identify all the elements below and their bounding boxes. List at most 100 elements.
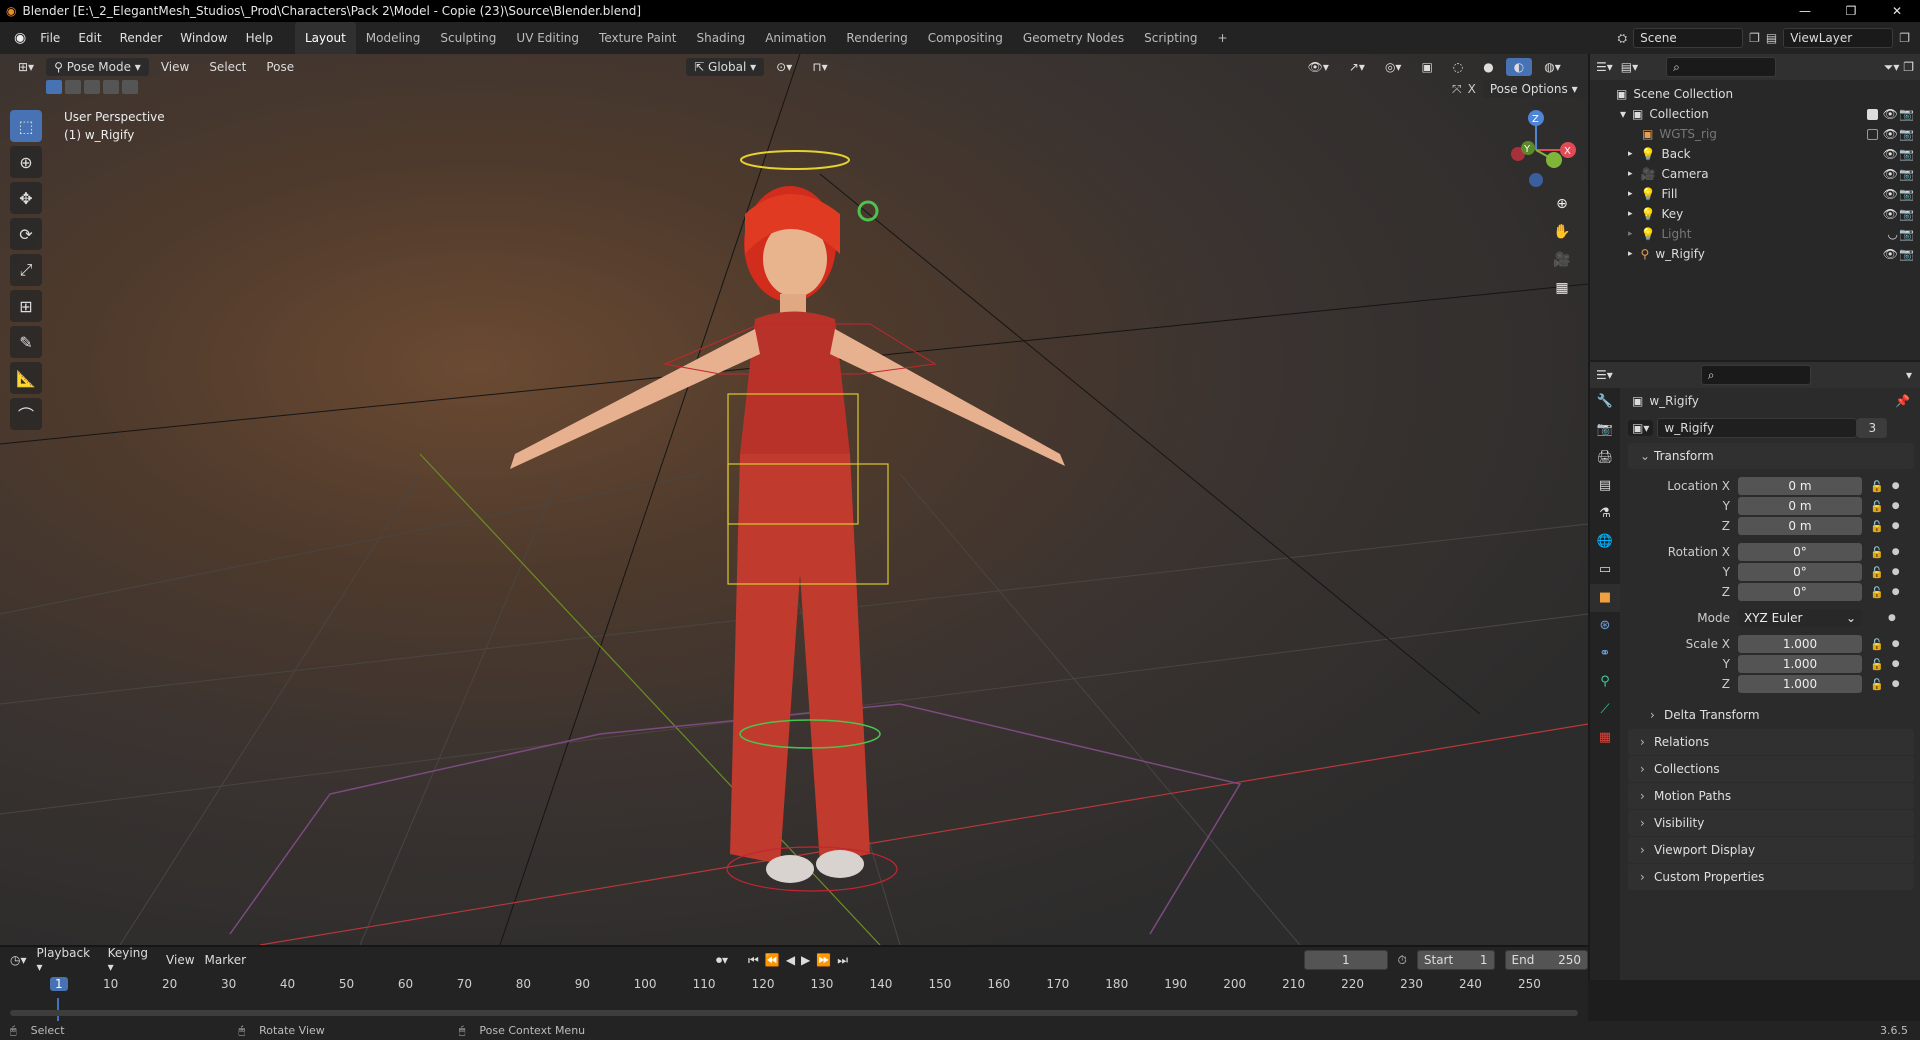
- shading-wire-icon[interactable]: ◌: [1445, 58, 1471, 76]
- data-browse-icon[interactable]: ▣▾: [1628, 420, 1654, 436]
- tab-texture-paint[interactable]: Texture Paint: [589, 22, 686, 54]
- lock-icon[interactable]: 🔓: [1870, 658, 1884, 671]
- expand-arrow-icon[interactable]: ▸: [1628, 249, 1633, 259]
- gizmo-toggle-icon[interactable]: ↗▾: [1341, 58, 1373, 76]
- preview-range-icon[interactable]: ⏱: [1398, 953, 1407, 968]
- rotate-tool-icon[interactable]: ⟳: [10, 218, 42, 250]
- delta-transform-header[interactable]: › Delta Transform: [1628, 702, 1914, 728]
- viewlayer-icon[interactable]: ▤: [1766, 31, 1777, 45]
- visibility-eye-icon[interactable]: 👁: [1883, 127, 1898, 141]
- keyframe-dot-icon[interactable]: ●: [1888, 613, 1896, 623]
- transform-tool-icon[interactable]: ⊞: [10, 290, 42, 322]
- snap-icon[interactable]: ⊓▾: [804, 58, 835, 76]
- shading-solid-icon[interactable]: ●: [1475, 58, 1501, 76]
- visibility-eye-icon[interactable]: 👁: [1883, 187, 1898, 201]
- render-camera-icon[interactable]: 📷: [1899, 227, 1914, 241]
- menu-window[interactable]: Window: [172, 22, 235, 54]
- scale-tool-icon[interactable]: ⤢: [10, 254, 42, 286]
- scale-y-field[interactable]: 1.000: [1738, 655, 1862, 673]
- lock-icon[interactable]: 🔓: [1870, 566, 1884, 579]
- collection-visibility-icon[interactable]: 👁: [1883, 107, 1898, 121]
- panel-visibility[interactable]: › Visibility: [1628, 810, 1914, 836]
- editor-type-icon[interactable]: ⊞▾: [10, 58, 42, 76]
- lock-icon[interactable]: 🔓: [1870, 638, 1884, 651]
- visibility-eye-icon[interactable]: 👁: [1883, 167, 1898, 181]
- scene-field[interactable]: Scene: [1633, 28, 1744, 48]
- tool-tab-icon[interactable]: 🔧: [1590, 388, 1620, 416]
- pose-options-dropdown[interactable]: Pose Options ▾: [1481, 80, 1586, 98]
- modifiers-tab-icon[interactable]: ⊛: [1590, 612, 1620, 640]
- timeline-ruler[interactable]: 1 10 20 30 40 50 60 70 80 90 100 110 120 130 140 150 160…: [0, 977, 1588, 997]
- tab-uv-editing[interactable]: UV Editing: [506, 22, 589, 54]
- display-mode-icon[interactable]: ▤▾: [1621, 60, 1638, 74]
- constraints-tab-icon[interactable]: ⚭: [1590, 640, 1620, 668]
- move-tool-icon[interactable]: ✥: [10, 182, 42, 214]
- 3d-viewport[interactable]: [0, 54, 1588, 945]
- tab-rendering[interactable]: Rendering: [836, 22, 917, 54]
- object-tab-icon[interactable]: ■: [1590, 584, 1620, 612]
- timeline-menu-playback[interactable]: Playback ▾: [37, 946, 98, 974]
- lock-icon[interactable]: 🔓: [1870, 586, 1884, 599]
- expand-arrow-icon[interactable]: ▸: [1628, 189, 1633, 199]
- collection-exclude-checkbox[interactable]: [1867, 108, 1878, 120]
- panel-viewport-display[interactable]: › Viewport Display: [1628, 837, 1914, 863]
- viewport-menu-pose[interactable]: Pose: [258, 58, 302, 76]
- tab-animation[interactable]: Animation: [755, 22, 836, 54]
- navigation-gizmo[interactable]: Z X Y: [1496, 108, 1576, 188]
- tab-modeling[interactable]: Modeling: [356, 22, 431, 54]
- world-tab-icon[interactable]: 🌐: [1590, 528, 1620, 556]
- menu-edit[interactable]: Edit: [70, 22, 109, 54]
- render-camera-icon[interactable]: 📷: [1899, 187, 1914, 201]
- output-tab-icon[interactable]: 🖨: [1590, 444, 1620, 472]
- visibility-eye-icon[interactable]: 👁: [1883, 147, 1898, 161]
- outliner-item-wgts_rig[interactable]: ▣ WGTS_rig 👁 📷: [1590, 124, 1920, 144]
- minimize-button[interactable]: —: [1782, 0, 1828, 22]
- zoom-icon[interactable]: ⊕: [1548, 190, 1576, 218]
- relax-tool-icon[interactable]: ⌒: [10, 398, 42, 430]
- location-z-field[interactable]: 0 m: [1738, 517, 1862, 535]
- render-camera-icon[interactable]: 📷: [1899, 147, 1914, 161]
- outliner-item-light[interactable]: ▸ 💡 Light ◡ 📷: [1590, 224, 1920, 244]
- panel-motion-paths[interactable]: › Motion Paths: [1628, 783, 1914, 809]
- viewport-menu-view[interactable]: View: [153, 58, 197, 76]
- texture-tab-icon[interactable]: ▦: [1590, 724, 1620, 752]
- outliner-search-input[interactable]: ⌕: [1666, 57, 1777, 77]
- keyframe-dot-icon[interactable]: ●: [1892, 587, 1900, 597]
- lock-icon[interactable]: 🔓: [1870, 520, 1884, 533]
- render-camera-icon[interactable]: 📷: [1899, 167, 1914, 181]
- scale-z-field[interactable]: 1.000: [1738, 675, 1862, 693]
- autokey-record-icon[interactable]: ⏺▾: [716, 953, 728, 968]
- next-key-icon[interactable]: ⏩: [816, 953, 837, 967]
- lock-icon[interactable]: 🔓: [1870, 546, 1884, 559]
- rotation-z-field[interactable]: 0°: [1738, 583, 1862, 601]
- pivot-icon[interactable]: ⊙▾: [768, 58, 800, 76]
- collection-render-icon[interactable]: 📷: [1899, 107, 1914, 121]
- outliner-item-key[interactable]: ▸ 💡 Key 👁 📷: [1590, 204, 1920, 224]
- outliner-editor-icon[interactable]: ☰▾: [1596, 60, 1613, 74]
- menu-render[interactable]: Render: [112, 22, 171, 54]
- ortho-grid-icon[interactable]: ▦: [1548, 274, 1576, 302]
- end-frame-field[interactable]: End 250: [1504, 950, 1588, 970]
- timeline-scrollbar[interactable]: [10, 1010, 1578, 1016]
- scene-icon[interactable]: ⛭: [1618, 31, 1628, 46]
- render-camera-icon[interactable]: 📷: [1899, 207, 1914, 221]
- jump-end-icon[interactable]: ⏭: [837, 953, 854, 967]
- keyframe-dot-icon[interactable]: ●: [1892, 521, 1900, 531]
- new-viewlayer-icon[interactable]: ❐: [1899, 31, 1910, 45]
- properties-editor-icon[interactable]: ☰▾: [1596, 368, 1613, 382]
- select-box-tool-icon[interactable]: ⬚: [10, 110, 42, 142]
- keyframe-dot-icon[interactable]: ●: [1892, 679, 1900, 689]
- mirror-icon[interactable]: ⤧: [1452, 82, 1462, 97]
- tab-layout[interactable]: Layout: [294, 22, 356, 54]
- outliner-item-camera[interactable]: ▸ 🎥 Camera 👁 📷: [1590, 164, 1920, 184]
- render-tab-icon[interactable]: 📷: [1590, 416, 1620, 444]
- camera-view-icon[interactable]: 🎥: [1548, 246, 1576, 274]
- add-workspace-button[interactable]: +: [1208, 22, 1238, 54]
- current-frame-field[interactable]: 1: [1304, 950, 1388, 970]
- keyframe-dot-icon[interactable]: ●: [1892, 501, 1900, 511]
- viewport-menu-select[interactable]: Select: [201, 58, 254, 76]
- render-camera-icon[interactable]: 📷: [1899, 247, 1914, 261]
- close-button[interactable]: ✕: [1874, 0, 1920, 22]
- expand-arrow-icon[interactable]: ▸: [1628, 229, 1633, 239]
- measure-tool-icon[interactable]: 📐: [10, 362, 42, 394]
